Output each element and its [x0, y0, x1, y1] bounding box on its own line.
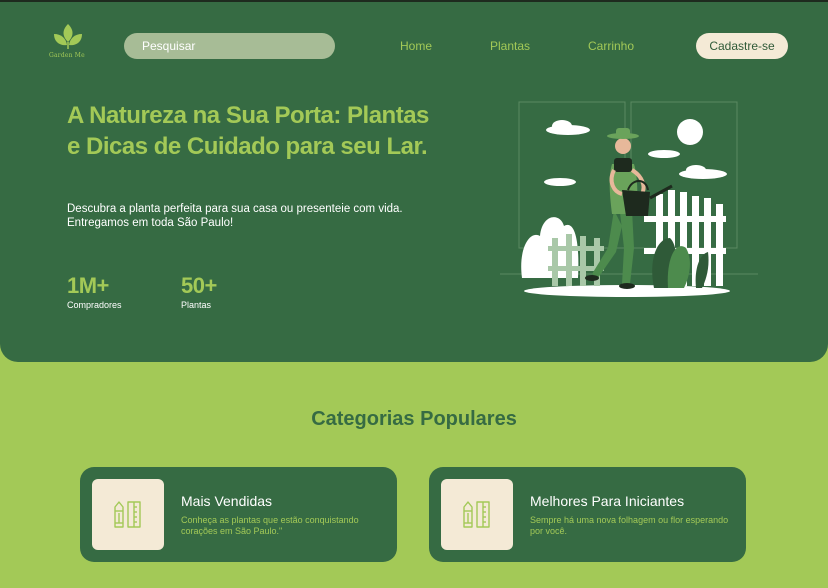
- card-icon-box: [441, 479, 513, 550]
- nav-carrinho[interactable]: Carrinho: [588, 39, 634, 53]
- card-title: Mais Vendidas: [181, 493, 273, 509]
- hero-title: A Natureza na Sua Porta: Plantas e Dicas…: [67, 102, 429, 160]
- pencil-ruler-icon: [114, 501, 141, 528]
- hero-section: Garden Me Home Plantas Carrinho Cadastre…: [0, 2, 828, 362]
- category-card-best-sellers[interactable]: Mais Vendidas Conheça as plantas que est…: [80, 467, 397, 562]
- pencil-ruler-icon: [463, 501, 490, 528]
- card-description: Sempre há uma nova folhagem ou flor espe…: [530, 515, 729, 536]
- search-input[interactable]: [124, 33, 335, 59]
- gardener-illustration: [500, 101, 758, 297]
- section-title: Categorias Populares: [311, 408, 517, 430]
- stat-plants-value: 50+: [181, 273, 217, 298]
- stat-buyers-value: 1M+: [67, 273, 109, 298]
- stat-plants-label: Plantas: [181, 300, 212, 310]
- category-card-beginners[interactable]: Melhores Para Iniciantes Sempre há uma n…: [429, 467, 746, 562]
- hero-subtitle: Descubra a planta perfeita para sua casa…: [67, 203, 403, 229]
- stat-buyers-label: Compradores: [67, 300, 122, 310]
- card-title: Melhores Para Iniciantes: [530, 493, 685, 509]
- signup-button[interactable]: Cadastre-se: [696, 33, 788, 59]
- card-icon-box: [92, 479, 164, 550]
- logo-text: Garden Me: [49, 52, 85, 59]
- nav-home[interactable]: Home: [400, 39, 432, 53]
- nav-plantas[interactable]: Plantas: [490, 39, 530, 53]
- card-description: Conheça as plantas que estão conquistand…: [181, 515, 359, 536]
